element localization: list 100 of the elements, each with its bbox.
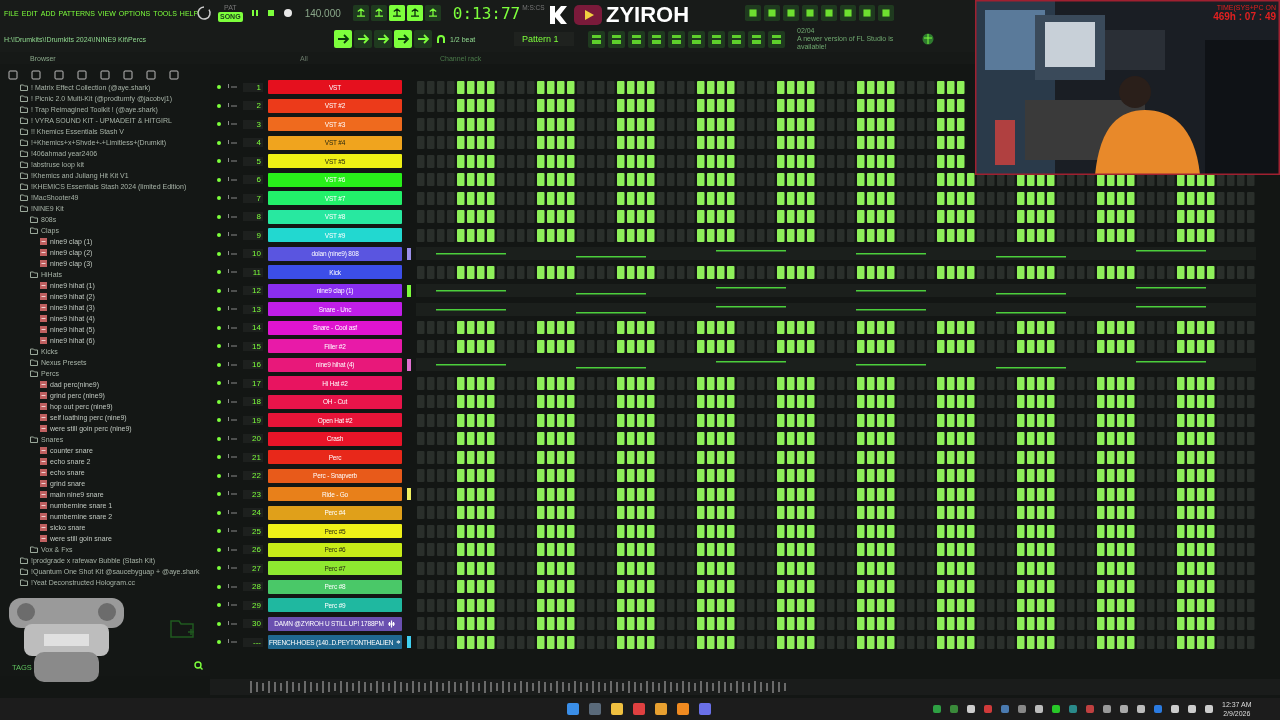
search-icon[interactable] — [194, 661, 203, 670]
step-sequencer[interactable] — [416, 99, 966, 113]
step-sequencer[interactable] — [416, 635, 1256, 649]
channel-led[interactable] — [217, 399, 221, 404]
browser-tool-icon[interactable] — [8, 70, 18, 80]
knob-icon[interactable] — [196, 5, 212, 21]
channel-number[interactable]: 20 — [243, 434, 263, 444]
channel-number[interactable]: 29 — [243, 600, 263, 610]
channel-led[interactable] — [217, 233, 221, 238]
channel-led[interactable] — [217, 621, 221, 626]
channel-led[interactable] — [217, 270, 221, 275]
channel-led[interactable] — [217, 492, 221, 497]
browser-tool-icon[interactable] — [77, 70, 87, 80]
channel-number[interactable]: --- — [243, 637, 263, 647]
step-sequencer[interactable] — [416, 617, 1256, 631]
channel-led[interactable] — [217, 510, 221, 515]
step-sequencer[interactable] — [416, 173, 1256, 187]
channel-led[interactable] — [217, 418, 221, 423]
step-sequencer[interactable] — [416, 561, 1256, 575]
channel-led[interactable] — [217, 325, 221, 330]
channel-number[interactable]: 14 — [243, 323, 263, 333]
step-sequencer[interactable] — [416, 191, 1256, 205]
step-sequencer[interactable] — [416, 506, 1256, 520]
channel-led[interactable] — [217, 159, 221, 164]
step-sequencer[interactable] — [416, 524, 1256, 538]
channel-number[interactable]: 30 — [243, 619, 263, 629]
channel-led[interactable] — [217, 140, 221, 145]
channel-led[interactable] — [217, 473, 221, 478]
note-preview[interactable] — [416, 302, 1256, 316]
channel-led[interactable] — [217, 103, 221, 108]
channel-number[interactable]: 24 — [243, 508, 263, 518]
note-preview[interactable] — [416, 284, 1256, 298]
step-sequencer[interactable] — [416, 265, 1256, 279]
channel-number[interactable]: 9 — [243, 230, 263, 240]
channel-number[interactable]: 25 — [243, 526, 263, 536]
browser-tool-icon[interactable] — [169, 70, 179, 80]
channel-number[interactable]: 8 — [243, 212, 263, 222]
channel-number[interactable]: 2 — [243, 101, 263, 111]
stop-icon[interactable] — [266, 9, 275, 17]
channel-led[interactable] — [217, 307, 221, 312]
channel-led[interactable] — [217, 381, 221, 386]
channel-led[interactable] — [217, 455, 221, 460]
channel-number[interactable]: 27 — [243, 563, 263, 573]
step-sequencer[interactable] — [416, 136, 966, 150]
step-sequencer[interactable] — [416, 80, 966, 94]
channel-number[interactable]: 4 — [243, 138, 263, 148]
browser-tool-icon[interactable] — [123, 70, 133, 80]
channel-number[interactable]: 21 — [243, 452, 263, 462]
step-sequencer[interactable] — [416, 228, 1256, 242]
channel-number[interactable]: 6 — [243, 175, 263, 185]
step-sequencer[interactable] — [416, 543, 1256, 557]
channel-number[interactable]: 1 — [243, 82, 263, 92]
channel-led[interactable] — [217, 214, 221, 219]
magnet-icon[interactable] — [436, 34, 446, 44]
channel-led[interactable] — [217, 177, 221, 182]
channel-number[interactable]: 15 — [243, 341, 263, 351]
channel-number[interactable]: 16 — [243, 360, 263, 370]
channel-number[interactable]: 7 — [243, 193, 263, 203]
channel-led[interactable] — [217, 288, 221, 293]
step-sequencer[interactable] — [416, 450, 1256, 464]
channel-led[interactable] — [217, 362, 221, 367]
tempo-display[interactable]: 140.000 — [304, 7, 341, 19]
browser-tool-icon[interactable] — [146, 70, 156, 80]
channel-led[interactable] — [217, 566, 221, 571]
step-sequencer[interactable] — [416, 154, 966, 168]
channel-led[interactable] — [217, 196, 221, 201]
channel-number[interactable]: 22 — [243, 471, 263, 481]
channel-number[interactable]: 11 — [243, 267, 263, 277]
channel-number[interactable]: 5 — [243, 156, 263, 166]
channel-number[interactable]: 28 — [243, 582, 263, 592]
channel-number[interactable]: 19 — [243, 415, 263, 425]
channel-led[interactable] — [217, 344, 221, 349]
channel-number[interactable]: 23 — [243, 489, 263, 499]
step-sequencer[interactable] — [416, 580, 1256, 594]
step-sequencer[interactable] — [416, 321, 1256, 335]
channel-led[interactable] — [217, 85, 221, 90]
channel-led[interactable] — [217, 251, 221, 256]
channel-number[interactable]: 10 — [243, 249, 263, 259]
note-preview[interactable] — [416, 358, 1256, 372]
channel-number[interactable]: 3 — [243, 119, 263, 129]
channel-number[interactable]: 12 — [243, 286, 263, 296]
channel-led[interactable] — [217, 436, 221, 441]
step-sequencer[interactable] — [416, 487, 1256, 501]
channel-number[interactable]: 17 — [243, 378, 263, 388]
step-sequencer[interactable] — [416, 413, 1256, 427]
globe-icon[interactable] — [921, 32, 935, 46]
channel-led[interactable] — [217, 603, 221, 608]
pattern-selector[interactable]: Pattern 1 — [514, 32, 574, 46]
step-sequencer[interactable] — [416, 598, 1256, 612]
browser-tool-icon[interactable] — [31, 70, 41, 80]
step-sequencer[interactable] — [416, 117, 966, 131]
pause-icon[interactable] — [250, 9, 259, 17]
channel-number[interactable]: 13 — [243, 304, 263, 314]
channel-led[interactable] — [217, 529, 221, 534]
step-sequencer[interactable] — [416, 210, 1256, 224]
step-sequencer[interactable] — [416, 395, 1256, 409]
channel-led[interactable] — [217, 640, 221, 645]
step-sequencer[interactable] — [416, 339, 1256, 353]
browser-tool-icon[interactable] — [100, 70, 110, 80]
browser-tool-icon[interactable] — [54, 70, 64, 80]
